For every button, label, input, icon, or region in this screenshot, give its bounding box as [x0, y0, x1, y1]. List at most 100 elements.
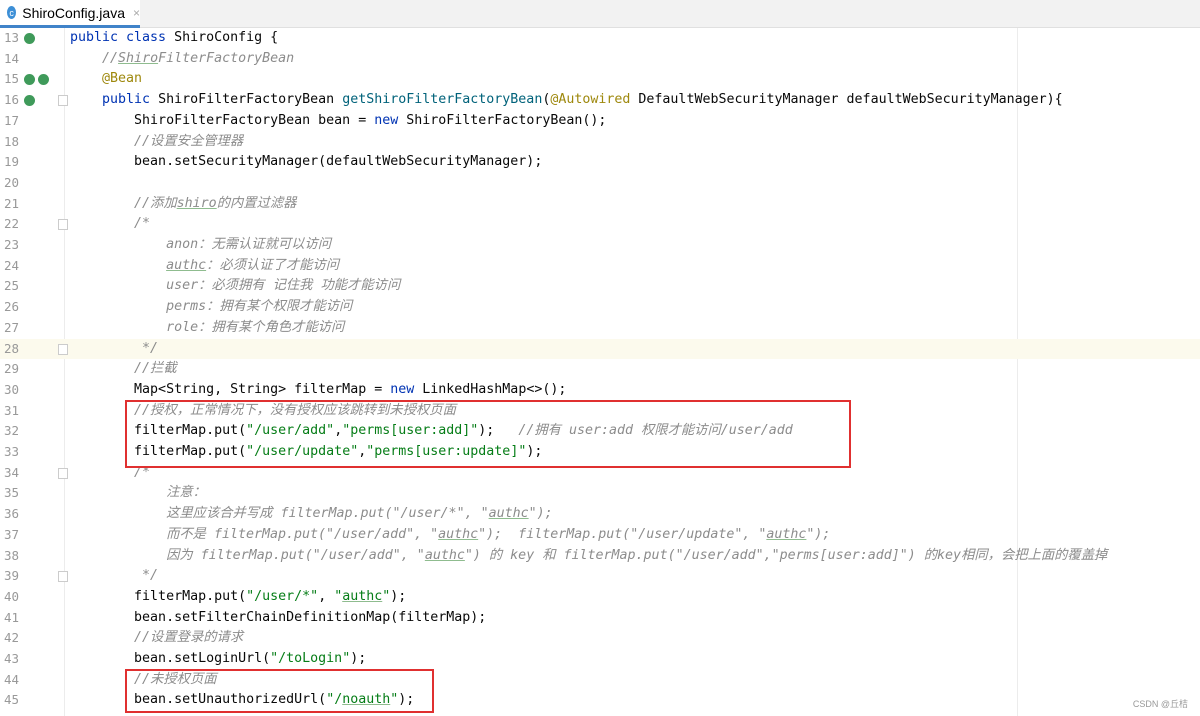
code-token: FilterFactoryBean — [158, 50, 295, 66]
line-number: 41 — [4, 609, 20, 625]
code-text: role：拥有某个角色才能访问 — [70, 318, 344, 339]
code-line[interactable]: 43 bean.setLoginUrl("/toLogin"); — [0, 649, 1200, 670]
line-number: 26 — [4, 299, 20, 315]
line-number: 28 — [4, 340, 20, 356]
code-token: authc — [438, 526, 479, 542]
code-line[interactable]: 24 authc：必须认证了才能访问 — [0, 256, 1200, 277]
code-line[interactable]: 20 — [0, 173, 1200, 194]
code-token: authc — [342, 588, 383, 604]
code-text: anon：无需认证就可以访问 — [70, 235, 331, 256]
code-text: user：必须拥有 记住我 功能才能访问 — [70, 276, 400, 297]
code-token: ShiroConfig { — [174, 30, 279, 45]
fold-marker-icon[interactable] — [58, 571, 68, 583]
code-token: // — [70, 50, 119, 66]
code-token: //设置登录的请求 — [70, 630, 244, 646]
code-line[interactable]: 41 bean.setFilterChainDefinitionMap(filt… — [0, 608, 1200, 629]
line-number: 33 — [4, 444, 20, 459]
line-number: 23 — [4, 237, 20, 252]
code-line[interactable]: 15 @Bean — [0, 69, 1200, 90]
code-token: anon：无需认证就可以访问 — [70, 237, 332, 252]
code-line[interactable]: 13 public class ShiroConfig { — [0, 28, 1200, 49]
line-number: 16 — [4, 92, 20, 108]
code-token: */ — [70, 568, 159, 584]
line-number: 30 — [4, 381, 20, 397]
code-line[interactable]: 39 */ — [0, 566, 1200, 587]
code-token: @Autowired — [550, 92, 639, 108]
code-line[interactable]: 38 因为 filterMap.put("/user/add", "authc"… — [0, 546, 1200, 567]
code-line[interactable]: 35 注意： — [0, 483, 1200, 504]
code-line[interactable]: 19 bean.setSecurityManager(defaultWebSec… — [0, 152, 1200, 173]
tab-title: ShiroConfig.java — [22, 4, 125, 21]
line-number: 42 — [4, 630, 20, 646]
line-number: 24 — [4, 257, 20, 273]
line-number: 17 — [4, 112, 20, 128]
code-token: bean.setFilterChainDefinitionMap(filterM… — [70, 609, 487, 625]
code-token: 注意： — [70, 485, 206, 501]
code-editor[interactable]: 13 public class ShiroConfig {14 //ShiroFi… — [0, 28, 1200, 716]
code-token: //设置安全管理器 — [70, 133, 244, 149]
code-token: "); — [528, 506, 553, 522]
code-token: "); — [806, 526, 831, 542]
fold-marker-icon[interactable] — [58, 343, 68, 355]
code-text: public ShiroFilterFactoryBean getShiroFi… — [70, 90, 1063, 111]
code-token: ); — [390, 588, 407, 604]
line-number: 22 — [4, 216, 20, 232]
code-token: //拦截 — [70, 361, 177, 377]
line-number: 20 — [4, 174, 20, 190]
line-number: 45 — [4, 692, 20, 708]
line-number: 14 — [4, 50, 20, 66]
code-token: DefaultWebSecurityManager defaultWebSecu… — [638, 92, 1063, 108]
fold-marker-icon[interactable] — [58, 219, 68, 231]
code-line[interactable]: 17 ShiroFilterFactoryBean bean = new Shi… — [0, 111, 1200, 132]
code-text: ShiroFilterFactoryBean bean = new ShiroF… — [70, 111, 606, 132]
spring-bean-gutter-icon[interactable] — [38, 74, 49, 86]
code-text: 注意： — [70, 483, 206, 504]
fold-marker-icon[interactable] — [58, 467, 68, 479]
code-line[interactable]: 25 user：必须拥有 记住我 功能才能访问 — [0, 276, 1200, 297]
code-token: "/user/*" — [246, 588, 319, 604]
line-number: 37 — [4, 526, 20, 542]
code-text: //拦截 — [70, 359, 177, 380]
line-number: 29 — [4, 361, 20, 377]
fold-marker-icon[interactable] — [58, 95, 68, 107]
code-text: //设置安全管理器 — [70, 132, 243, 153]
code-line[interactable]: 30 Map<String, String> filterMap = new L… — [0, 380, 1200, 401]
code-line[interactable]: 42 //设置登录的请求 — [0, 628, 1200, 649]
code-text: public class ShiroConfig { — [70, 28, 278, 49]
code-text: @Bean — [70, 69, 142, 90]
code-line[interactable]: 29 //拦截 — [0, 359, 1200, 380]
code-line[interactable]: 37 而不是 filterMap.put("/user/add", "authc… — [0, 525, 1200, 546]
code-token: ShiroFilterFactoryBean — [158, 92, 343, 108]
code-token: authc — [766, 526, 807, 542]
code-line[interactable]: 23 anon：无需认证就可以访问 — [0, 235, 1200, 256]
code-line[interactable]: 22 /* — [0, 214, 1200, 235]
close-tab-icon[interactable]: × — [133, 6, 140, 20]
code-token: //添加 — [70, 195, 177, 211]
code-token: "); filterMap.put("/user/update", " — [478, 526, 767, 542]
java-class-icon: c — [7, 6, 17, 19]
code-token: "/toLogin" — [270, 651, 351, 666]
code-line[interactable]: 36 这里应该合并写成 filterMap.put("/user/*", "au… — [0, 504, 1200, 525]
code-line[interactable]: 27 role：拥有某个角色才能访问 — [0, 318, 1200, 339]
code-token: bean.setLoginUrl( — [70, 651, 271, 666]
code-line[interactable]: 40 filterMap.put("/user/*", "authc"); — [0, 587, 1200, 608]
code-line[interactable]: 21 //添加shiro的内置过滤器 — [0, 194, 1200, 215]
tab-shiroconfig-java[interactable]: c ShiroConfig.java × — [0, 0, 140, 28]
code-line[interactable]: 26 perms：拥有某个权限才能访问 — [0, 297, 1200, 318]
line-number: 38 — [4, 547, 20, 563]
spring-bean-gutter-icon[interactable] — [24, 33, 35, 44]
code-line[interactable]: 14 //ShiroFilterFactoryBean — [0, 49, 1200, 70]
code-token: @Bean — [70, 71, 143, 87]
code-token: */ — [70, 340, 159, 356]
code-token: ); — [350, 651, 367, 666]
code-token: user：必须拥有 记住我 功能才能访问 — [70, 278, 401, 294]
spring-bean-gutter-icon[interactable] — [24, 95, 35, 107]
line-number: 15 — [4, 71, 20, 87]
code-line[interactable]: 16 public ShiroFilterFactoryBean getShir… — [0, 90, 1200, 111]
code-line[interactable]: 28 */ — [0, 338, 1200, 360]
code-token: authc — [424, 547, 465, 563]
code-text: 因为 filterMap.put("/user/add", "authc") 的… — [70, 546, 1107, 567]
spring-bean-gutter-icon[interactable] — [24, 74, 35, 86]
code-line[interactable]: 18 //设置安全管理器 — [0, 132, 1200, 153]
